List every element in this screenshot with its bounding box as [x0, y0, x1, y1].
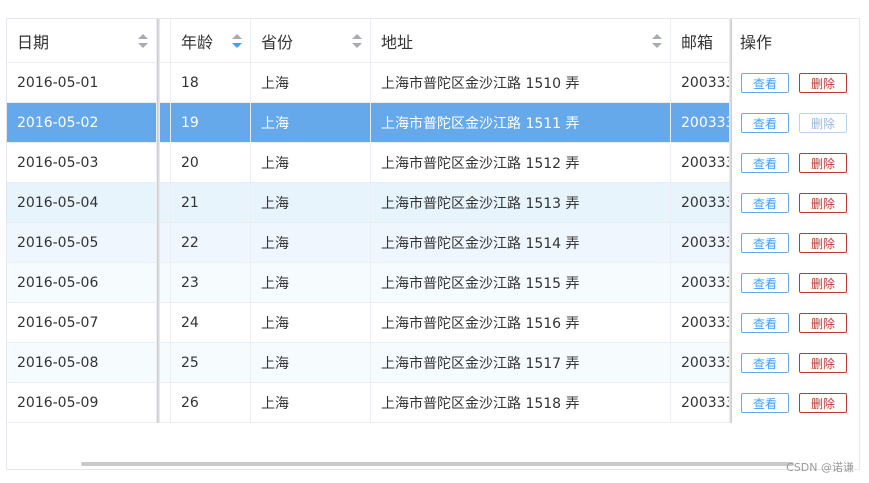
cell-province: 上海 — [251, 63, 371, 102]
cell-age: 22 — [171, 223, 251, 262]
cell-address: 上海市普陀区金沙江路 1517 弄 — [371, 343, 671, 382]
cell-date: 2016-05-09 — [7, 383, 157, 422]
delete-button[interactable]: 删除 — [799, 353, 847, 373]
ops-cell: 查看 删除 — [732, 223, 847, 263]
view-button[interactable]: 查看 — [741, 233, 789, 253]
cell-province: 上海 — [251, 223, 371, 262]
operations-column: 操作 查看 删除 查看 删除 查看 删除 查看 删除 查看 删除 查看 删除 查看 删除 查看 删除 查看 删除 — [732, 19, 859, 423]
cell-age: 18 — [171, 63, 251, 102]
horizontal-scrollbar[interactable] — [81, 462, 794, 466]
table-header: 日期 年龄 省份 地址 邮箱 — [7, 19, 791, 63]
delete-button[interactable]: 删除 — [799, 313, 847, 333]
cell-age: 21 — [171, 183, 251, 222]
delete-button[interactable]: 删除 — [799, 193, 847, 213]
watermark: CSDN @诺谦 — [786, 461, 854, 474]
sort-icon[interactable] — [138, 33, 148, 48]
table-row[interactable]: 2016-05-09 26 上海 上海市普陀区金沙江路 1518 弄 200333 — [7, 383, 791, 423]
header-ops: 操作 — [732, 19, 800, 63]
table-row[interactable]: 2016-05-04 21 上海 上海市普陀区金沙江路 1513 弄 200333 — [7, 183, 791, 223]
cell-province: 上海 — [251, 103, 371, 142]
cell-date: 2016-05-04 — [7, 183, 157, 222]
cell-province: 上海 — [251, 383, 371, 422]
cell-province: 上海 — [251, 183, 371, 222]
delete-button[interactable]: 删除 — [799, 113, 847, 133]
view-button[interactable]: 查看 — [741, 353, 789, 373]
sort-icon[interactable] — [232, 33, 242, 48]
view-button[interactable]: 查看 — [741, 73, 789, 93]
cell-address: 上海市普陀区金沙江路 1518 弄 — [371, 383, 671, 422]
cell-age: 26 — [171, 383, 251, 422]
delete-button[interactable]: 删除 — [799, 393, 847, 413]
header-ops-label: 操作 — [740, 33, 773, 52]
ops-cell: 查看 删除 — [732, 383, 847, 423]
header-date-label: 日期 — [17, 32, 50, 52]
cell-province: 上海 — [251, 263, 371, 302]
cell-age: 20 — [171, 143, 251, 182]
cell-address: 上海市普陀区金沙江路 1512 弄 — [371, 143, 671, 182]
table-row[interactable]: 2016-05-02 19 上海 上海市普陀区金沙江路 1511 弄 200333 — [7, 103, 791, 143]
table-row[interactable]: 2016-05-05 22 上海 上海市普陀区金沙江路 1514 弄 200333 — [7, 223, 791, 263]
cell-province: 上海 — [251, 143, 371, 182]
ops-cell: 查看 删除 — [732, 143, 847, 183]
cell-province: 上海 — [251, 343, 371, 382]
data-table: 日期 年龄 省份 地址 邮箱 2016-05-01 18 上海 上海市普陀区金沙江路 … — [6, 18, 860, 470]
delete-button[interactable]: 删除 — [799, 233, 847, 253]
cell-age: 19 — [171, 103, 251, 142]
cell-date: 2016-05-05 — [7, 223, 157, 262]
header-zip-label: 邮箱 — [681, 32, 714, 52]
cell-date: 2016-05-01 — [7, 63, 157, 102]
sort-icon[interactable] — [652, 33, 662, 48]
header-date[interactable]: 日期 — [7, 19, 157, 62]
cell-age: 24 — [171, 303, 251, 342]
ops-cell: 查看 删除 — [732, 103, 847, 143]
view-button[interactable]: 查看 — [741, 393, 789, 413]
table-row[interactable]: 2016-05-06 23 上海 上海市普陀区金沙江路 1515 弄 200333 — [7, 263, 791, 303]
table-row[interactable]: 2016-05-03 20 上海 上海市普陀区金沙江路 1512 弄 200333 — [7, 143, 791, 183]
header-province-label: 省份 — [261, 32, 294, 52]
cell-age: 23 — [171, 263, 251, 302]
view-button[interactable]: 查看 — [741, 153, 789, 173]
cell-date: 2016-05-08 — [7, 343, 157, 382]
table-row[interactable]: 2016-05-08 25 上海 上海市普陀区金沙江路 1517 弄 200333 — [7, 343, 791, 383]
header-province[interactable]: 省份 — [251, 19, 371, 62]
delete-button[interactable]: 删除 — [799, 153, 847, 173]
cell-address: 上海市普陀区金沙江路 1511 弄 — [371, 103, 671, 142]
table-row[interactable]: 2016-05-07 24 上海 上海市普陀区金沙江路 1516 弄 200333 — [7, 303, 791, 343]
cell-date: 2016-05-06 — [7, 263, 157, 302]
ops-cell: 查看 删除 — [732, 183, 847, 223]
cell-age: 25 — [171, 343, 251, 382]
view-button[interactable]: 查看 — [741, 193, 789, 213]
ops-cell: 查看 删除 — [732, 63, 847, 103]
table-row[interactable]: 2016-05-01 18 上海 上海市普陀区金沙江路 1510 弄 200333 — [7, 63, 791, 103]
cell-address: 上海市普陀区金沙江路 1513 弄 — [371, 183, 671, 222]
header-address[interactable]: 地址 — [371, 19, 671, 62]
ops-cell: 查看 删除 — [732, 343, 847, 383]
fixed-column-shadow — [157, 19, 160, 423]
ops-cell: 查看 删除 — [732, 263, 847, 303]
cell-address: 上海市普陀区金沙江路 1516 弄 — [371, 303, 671, 342]
ops-cell: 查看 删除 — [732, 303, 847, 343]
view-button[interactable]: 查看 — [741, 273, 789, 293]
header-address-label: 地址 — [381, 32, 414, 52]
delete-button[interactable]: 删除 — [799, 273, 847, 293]
cell-province: 上海 — [251, 303, 371, 342]
cell-address: 上海市普陀区金沙江路 1510 弄 — [371, 63, 671, 102]
cell-address: 上海市普陀区金沙江路 1514 弄 — [371, 223, 671, 262]
cell-address: 上海市普陀区金沙江路 1515 弄 — [371, 263, 671, 302]
cell-date: 2016-05-03 — [7, 143, 157, 182]
view-button[interactable]: 查看 — [741, 113, 789, 133]
delete-button[interactable]: 删除 — [799, 73, 847, 93]
header-age[interactable]: 年龄 — [171, 19, 251, 62]
cell-date: 2016-05-07 — [7, 303, 157, 342]
cell-date: 2016-05-02 — [7, 103, 157, 142]
view-button[interactable]: 查看 — [741, 313, 789, 333]
header-age-label: 年龄 — [181, 32, 214, 52]
sort-icon[interactable] — [352, 33, 362, 48]
